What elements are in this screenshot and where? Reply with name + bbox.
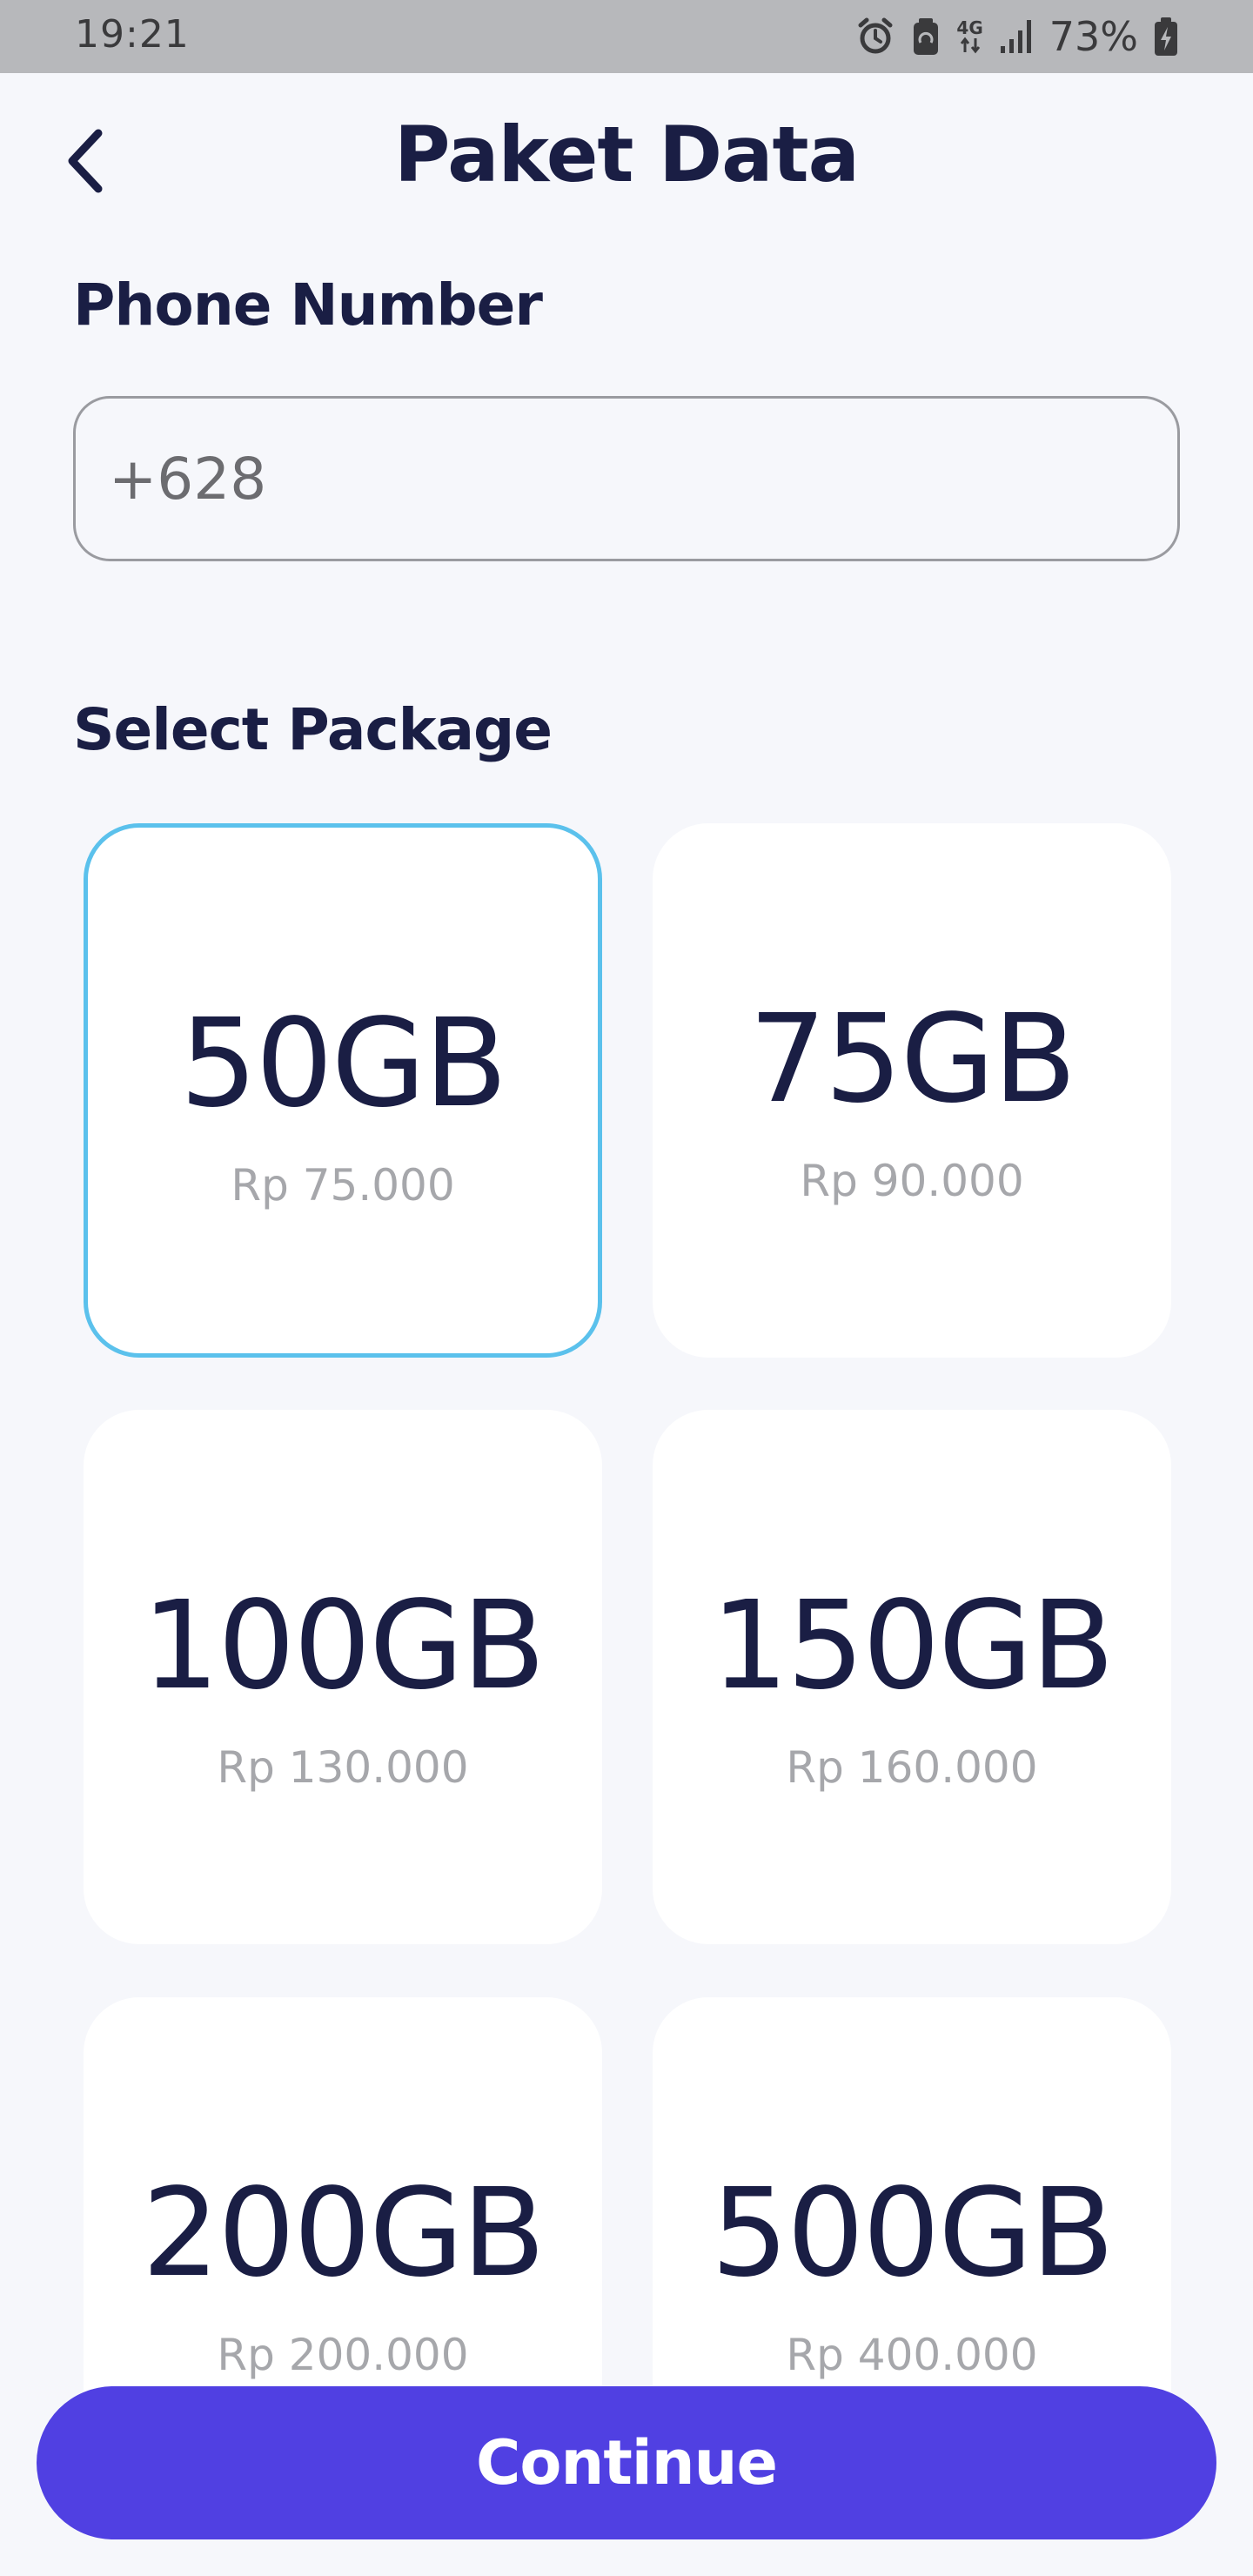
- package-size: 200GB: [142, 2163, 546, 2304]
- battery-charging-icon: [1154, 17, 1178, 57]
- status-bar: 19:21 4G 73%: [0, 0, 1253, 73]
- network-type-label: 4G: [956, 17, 983, 38]
- alarm-icon: [855, 17, 895, 57]
- package-price: Rp 90.000: [800, 1156, 1024, 1206]
- select-package-label: Select Package: [73, 696, 553, 763]
- phone-number-label: Phone Number: [73, 272, 543, 339]
- package-price: Rp 75.000: [231, 1160, 455, 1211]
- package-size: 75GB: [748, 989, 1077, 1130]
- package-price: Rp 200.000: [217, 2330, 469, 2380]
- package-price: Rp 160.000: [786, 1742, 1038, 1793]
- signal-icon: [999, 18, 1034, 55]
- network-4g-icon: 4G: [956, 17, 983, 54]
- page-title: Paket Data: [394, 110, 860, 199]
- package-size: 500GB: [711, 2163, 1115, 2304]
- continue-button[interactable]: Continue: [37, 2386, 1216, 2539]
- screen: 19:21 4G 73% Paket Data Phone Number +62…: [0, 0, 1253, 2576]
- package-card-75gb[interactable]: 75GB Rp 90.000: [653, 823, 1171, 1358]
- status-time: 19:21: [75, 12, 190, 57]
- package-price: Rp 130.000: [217, 1742, 469, 1793]
- status-icons: 4G 73%: [855, 9, 1178, 64]
- battery-saver-icon: [911, 17, 941, 57]
- package-price: Rp 400.000: [786, 2330, 1038, 2380]
- package-card-100gb[interactable]: 100GB Rp 130.000: [84, 1410, 602, 1944]
- package-card-150gb[interactable]: 150GB Rp 160.000: [653, 1410, 1171, 1944]
- battery-percent: 73%: [1049, 13, 1138, 60]
- package-card-50gb[interactable]: 50GB Rp 75.000: [84, 823, 602, 1358]
- phone-number-input[interactable]: [73, 396, 1180, 561]
- package-size: 150GB: [711, 1575, 1115, 1717]
- package-size: 100GB: [142, 1575, 546, 1717]
- package-size: 50GB: [179, 993, 508, 1135]
